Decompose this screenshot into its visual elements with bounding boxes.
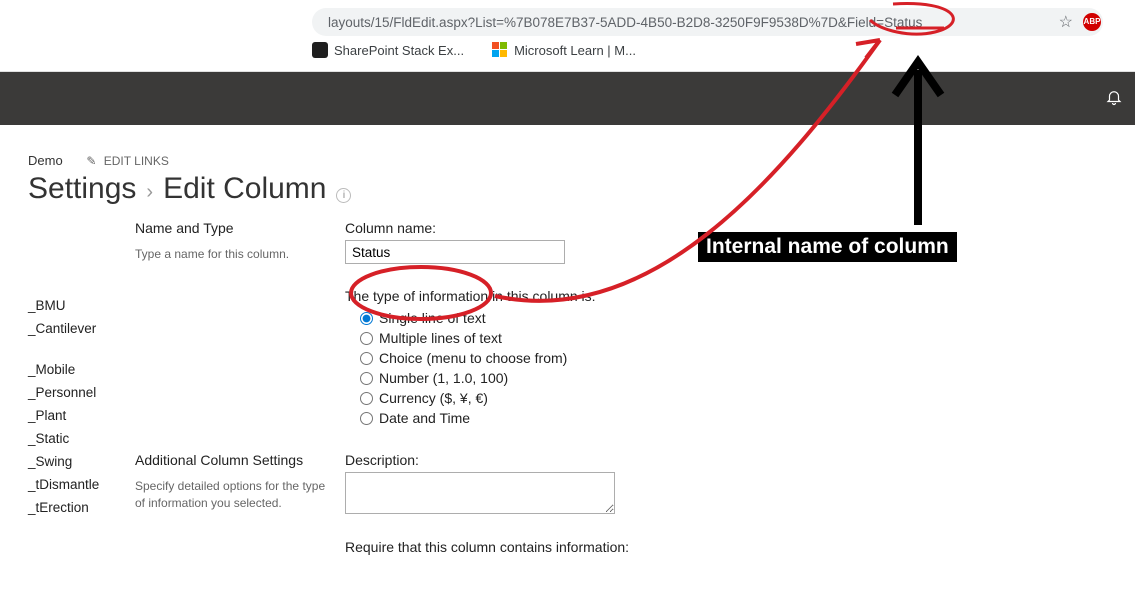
nav-item-bmu[interactable]: _BMU (28, 294, 133, 317)
column-name-input[interactable] (345, 240, 565, 264)
info-icon[interactable]: i (336, 188, 351, 203)
bookmark-star-icon[interactable]: ☆ (1059, 12, 1073, 32)
site-link[interactable]: Demo (28, 153, 63, 168)
url-text: layouts/15/FldEdit.aspx?List=%7B078E7B37… (328, 15, 922, 30)
nav-item-terection[interactable]: _tErection (28, 496, 133, 519)
quick-launch: _BMU _Cantilever _Mobile _Personnel _Pla… (28, 214, 133, 559)
type-radio-choice[interactable]: Choice (menu to choose from) (360, 348, 1135, 368)
nav-item-cantilever[interactable]: _Cantilever (28, 317, 133, 340)
require-label: Require that this column contains inform… (345, 539, 1135, 555)
microsoft-icon (492, 42, 508, 58)
nav-item-static[interactable]: _Static (28, 427, 133, 450)
radio-input[interactable] (360, 332, 373, 345)
radio-input[interactable] (360, 392, 373, 405)
type-label: Multiple lines of text (379, 330, 502, 346)
breadcrumb-sep-icon: › (146, 181, 153, 204)
section-desc: Specify detailed options for the type of… (135, 478, 333, 513)
breadcrumb-settings[interactable]: Settings (28, 172, 136, 206)
type-radio-number[interactable]: Number (1, 1.0, 100) (360, 368, 1135, 388)
type-label: Currency ($, ¥, €) (379, 390, 488, 406)
nav-item-tdismantle[interactable]: _tDismantle (28, 473, 133, 496)
nav-item-mobile[interactable]: _Mobile (28, 358, 133, 381)
radio-input[interactable] (360, 372, 373, 385)
radio-input[interactable] (360, 312, 373, 325)
url-bar[interactable]: layouts/15/FldEdit.aspx?List=%7B078E7B37… (312, 8, 1103, 36)
edit-links-button[interactable]: ✎ EDIT LINKS (86, 154, 169, 168)
type-intro-label: The type of information in this column i… (345, 288, 1135, 304)
notifications-icon[interactable] (1105, 88, 1123, 111)
section-desc: Type a name for this column. (135, 246, 333, 263)
type-label: Date and Time (379, 410, 470, 426)
edit-links-label: EDIT LINKS (104, 154, 169, 168)
section-addl-settings: Additional Column Settings Specify detai… (135, 452, 1135, 559)
stackexchange-icon (312, 42, 328, 58)
nav-item-personnel[interactable]: _Personnel (28, 381, 133, 404)
type-label: Single line of text (379, 310, 486, 326)
bookmarks-bar: SharePoint Stack Ex... Microsoft Learn |… (312, 42, 636, 58)
type-radio-datetime[interactable]: Date and Time (360, 408, 1135, 428)
top-nav: Demo ✎ EDIT LINKS (0, 125, 1135, 172)
type-radio-multi-line[interactable]: Multiple lines of text (360, 328, 1135, 348)
abp-icon[interactable]: ABP (1083, 13, 1101, 31)
annotation-label: Internal name of column (698, 232, 957, 262)
bookmark-label: Microsoft Learn | M... (514, 43, 636, 58)
bookmark-sharepoint[interactable]: SharePoint Stack Ex... (312, 42, 464, 58)
section-name-type: Name and Type Type a name for this colum… (135, 220, 1135, 428)
nav-item-swing[interactable]: _Swing (28, 450, 133, 473)
section-title: Additional Column Settings (135, 452, 333, 468)
page-title: Edit Column (163, 172, 326, 206)
description-textarea[interactable] (345, 472, 615, 514)
page-header: Settings › Edit Column i (0, 172, 1135, 214)
bookmark-label: SharePoint Stack Ex... (334, 43, 464, 58)
nav-item-plant[interactable]: _Plant (28, 404, 133, 427)
content-area: Name and Type Type a name for this colum… (133, 214, 1135, 559)
browser-toolbar: layouts/15/FldEdit.aspx?List=%7B078E7B37… (0, 0, 1135, 72)
radio-input[interactable] (360, 352, 373, 365)
type-radio-single-line[interactable]: Single line of text (360, 308, 1135, 328)
section-title: Name and Type (135, 220, 333, 236)
type-label: Choice (menu to choose from) (379, 350, 567, 366)
bookmark-mslearn[interactable]: Microsoft Learn | M... (492, 42, 636, 58)
description-label: Description: (345, 452, 1135, 468)
type-radio-currency[interactable]: Currency ($, ¥, €) (360, 388, 1135, 408)
pencil-icon: ✎ (86, 154, 96, 168)
type-label: Number (1, 1.0, 100) (379, 370, 508, 386)
radio-input[interactable] (360, 412, 373, 425)
suite-bar (0, 72, 1135, 125)
